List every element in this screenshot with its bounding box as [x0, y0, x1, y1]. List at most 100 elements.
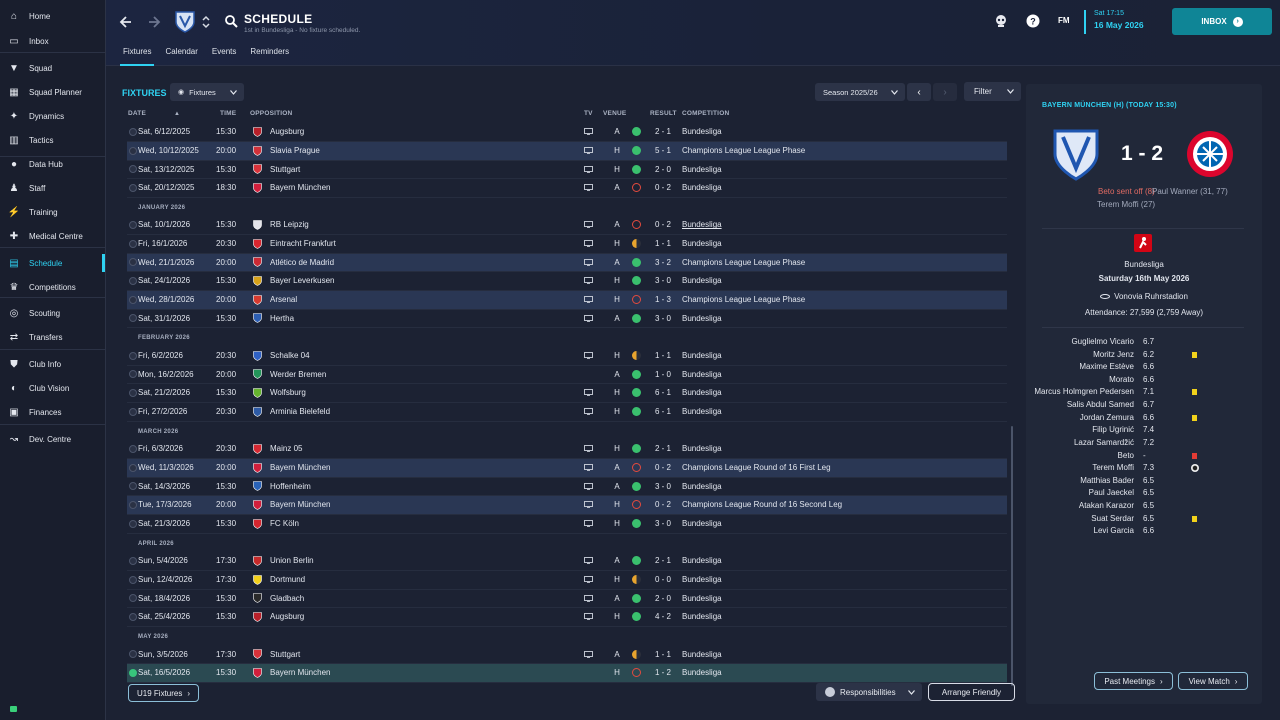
opponent-badge-icon[interactable]: [253, 406, 262, 417]
fixture-competition[interactable]: Champions League Round of 16 Second Leg: [682, 500, 842, 509]
player-rating-row[interactable]: Filip Ugrinić 7.4: [1026, 425, 1262, 438]
fixture-score[interactable]: 1 - 0: [655, 370, 675, 379]
fixture-opponent[interactable]: Bayern München: [270, 183, 330, 192]
sidebar-item-finances[interactable]: ▣ Finances: [0, 401, 105, 423]
fixture-competition[interactable]: Bundesliga: [682, 370, 722, 379]
opponent-badge-icon[interactable]: [253, 481, 262, 492]
player-rating-row[interactable]: Moritz Jenz 6.2: [1026, 350, 1262, 363]
fixture-score[interactable]: 0 - 0: [655, 575, 675, 584]
back-arrow-icon[interactable]: [116, 12, 136, 32]
column-header-time[interactable]: TIME: [220, 110, 236, 117]
fixture-opponent[interactable]: Arsenal: [270, 295, 297, 304]
opponent-badge-icon[interactable]: [253, 387, 262, 398]
fixture-opponent[interactable]: Gladbach: [270, 594, 304, 603]
inbox-continue-button[interactable]: INBOX ›: [1172, 8, 1272, 35]
fixture-competition[interactable]: Bundesliga: [682, 612, 722, 621]
fixture-opponent[interactable]: Augsburg: [270, 612, 304, 621]
fixture-opponent[interactable]: Bayern München: [270, 668, 330, 677]
opponent-badge-icon[interactable]: [253, 611, 262, 622]
opponent-badge-icon[interactable]: [253, 649, 262, 660]
fixture-competition[interactable]: Bundesliga: [682, 220, 722, 229]
fixture-opponent[interactable]: RB Leipzig: [270, 220, 309, 229]
fixture-row[interactable]: Sat, 10/1/2026 15:30 RB Leipzig A 0 - 2 Bunde…: [127, 216, 1007, 235]
column-header-result[interactable]: RESULT: [650, 110, 677, 117]
opponent-badge-icon[interactable]: [253, 238, 262, 249]
past-meetings-button[interactable]: Past Meetings ›: [1094, 672, 1173, 690]
opponent-badge-icon[interactable]: [253, 443, 262, 454]
sidebar-item-scouting[interactable]: ◎ Scouting: [0, 302, 105, 324]
player-name[interactable]: Terem Moffi: [1092, 463, 1134, 472]
fixture-competition[interactable]: Bundesliga: [682, 594, 722, 603]
player-rating-row[interactable]: Levi Garcia 6.6: [1026, 526, 1262, 539]
home-club-badge-icon[interactable]: [1052, 128, 1100, 182]
sidebar-item-staff[interactable]: ♟ Staff: [0, 177, 105, 199]
fixture-opponent[interactable]: Atlético de Madrid: [270, 258, 334, 267]
fixture-competition[interactable]: Champions League League Phase: [682, 258, 805, 267]
fixture-score[interactable]: 0 - 2: [655, 220, 675, 229]
sidebar-item-medical-centre[interactable]: ✚ Medical Centre: [0, 225, 105, 247]
fixture-competition[interactable]: Bundesliga: [682, 388, 722, 397]
opponent-badge-icon[interactable]: [253, 518, 262, 529]
fixture-opponent[interactable]: Hertha: [270, 314, 294, 323]
opponent-badge-icon[interactable]: [253, 593, 262, 604]
fixture-competition[interactable]: Champions League League Phase: [682, 295, 805, 304]
fixture-score[interactable]: 3 - 2: [655, 258, 675, 267]
fixture-competition[interactable]: Bundesliga: [682, 407, 722, 416]
fixture-row[interactable]: Wed, 10/12/2025 20:00 Slavia Prague H 5 - 1 C…: [127, 142, 1007, 161]
fixture-score[interactable]: 3 - 0: [655, 482, 675, 491]
opponent-badge-icon[interactable]: [253, 294, 262, 305]
fixture-row[interactable]: Fri, 6/3/2026 20:30 Mainz 05 H 2 - 1 Bundesli…: [127, 440, 1007, 459]
forward-arrow-icon[interactable]: [144, 12, 164, 32]
sidebar-item-dev-centre[interactable]: ↝ Dev. Centre: [0, 428, 105, 450]
fixture-opponent[interactable]: Dortmund: [270, 575, 305, 584]
fixture-score[interactable]: 1 - 1: [655, 239, 675, 248]
opponent-badge-icon[interactable]: [253, 219, 262, 230]
player-rating-row[interactable]: Paul Jaeckel 6.5: [1026, 488, 1262, 501]
column-header-opposition[interactable]: OPPOSITION: [250, 110, 292, 117]
fixture-opponent[interactable]: Augsburg: [270, 127, 304, 136]
help-question-icon[interactable]: ?: [1026, 14, 1040, 28]
fixture-opponent[interactable]: Bayern München: [270, 463, 330, 472]
player-name[interactable]: Jordan Zemura: [1080, 413, 1134, 422]
fixture-row[interactable]: Wed, 11/3/2026 20:00 Bayern München A 0 - 2 C…: [127, 459, 1007, 478]
fixture-row[interactable]: Tue, 17/3/2026 20:00 Bayern München H 0 - 2 C…: [127, 496, 1007, 515]
fixture-score[interactable]: 1 - 3: [655, 295, 675, 304]
player-rating-row[interactable]: Salis Abdul Samed 6.7: [1026, 400, 1262, 413]
player-name[interactable]: Paul Jaeckel: [1089, 488, 1134, 497]
fixtures-scrollbar[interactable]: [1011, 426, 1013, 686]
player-name[interactable]: Beto: [1118, 451, 1134, 460]
opponent-badge-icon[interactable]: [253, 164, 262, 175]
fixture-row[interactable]: Sat, 20/12/2025 18:30 Bayern München A 0 - 2…: [127, 179, 1007, 198]
player-name[interactable]: Atakan Karazor: [1079, 501, 1134, 510]
fixture-row[interactable]: Sat, 31/1/2026 15:30 Hertha A 3 - 0 Bundeslig…: [127, 310, 1007, 329]
player-rating-row[interactable]: Guglielmo Vicario 6.7: [1026, 337, 1262, 350]
sidebar-item-transfers[interactable]: ⇄ Transfers: [0, 326, 105, 348]
fixture-competition[interactable]: Bundesliga: [682, 165, 722, 174]
fixture-row[interactable]: Sat, 25/4/2026 15:30 Augsburg H 4 - 2 Bundesl…: [127, 608, 1007, 627]
fixture-score[interactable]: 5 - 1: [655, 146, 675, 155]
player-rating-row[interactable]: Lazar Samardžić 7.2: [1026, 438, 1262, 451]
opponent-badge-icon[interactable]: [253, 499, 262, 510]
sidebar-item-dynamics[interactable]: ✦ Dynamics: [0, 105, 105, 127]
fixture-score[interactable]: 2 - 1: [655, 127, 675, 136]
player-name[interactable]: Matthias Bader: [1080, 476, 1134, 485]
player-rating-row[interactable]: Atakan Karazor 6.5: [1026, 501, 1262, 514]
sidebar-item-club-vision[interactable]: ◐ Club Vision: [0, 377, 105, 399]
fixture-score[interactable]: 1 - 2: [655, 668, 675, 677]
player-name[interactable]: Moritz Jenz: [1093, 350, 1134, 359]
fixture-score[interactable]: 0 - 2: [655, 463, 675, 472]
fixture-competition[interactable]: Bundesliga: [682, 556, 722, 565]
tab-fixtures[interactable]: Fixtures: [116, 44, 158, 66]
fixture-score[interactable]: 6 - 1: [655, 388, 675, 397]
tab-events[interactable]: Events: [205, 44, 243, 66]
opponent-badge-icon[interactable]: [253, 182, 262, 193]
player-rating-row[interactable]: Marcus Holmgren Pedersen 7.1: [1026, 387, 1262, 400]
sidebar-item-squad-planner[interactable]: ▦ Squad Planner: [0, 81, 105, 103]
fixture-opponent[interactable]: Stuttgart: [270, 165, 300, 174]
fixture-score[interactable]: 1 - 1: [655, 351, 675, 360]
column-header-venue[interactable]: VENUE: [603, 110, 626, 117]
fixture-score[interactable]: 3 - 0: [655, 314, 675, 323]
fixture-score[interactable]: 4 - 2: [655, 612, 675, 621]
fixture-competition[interactable]: Bundesliga: [682, 482, 722, 491]
opponent-badge-icon[interactable]: [253, 369, 262, 380]
